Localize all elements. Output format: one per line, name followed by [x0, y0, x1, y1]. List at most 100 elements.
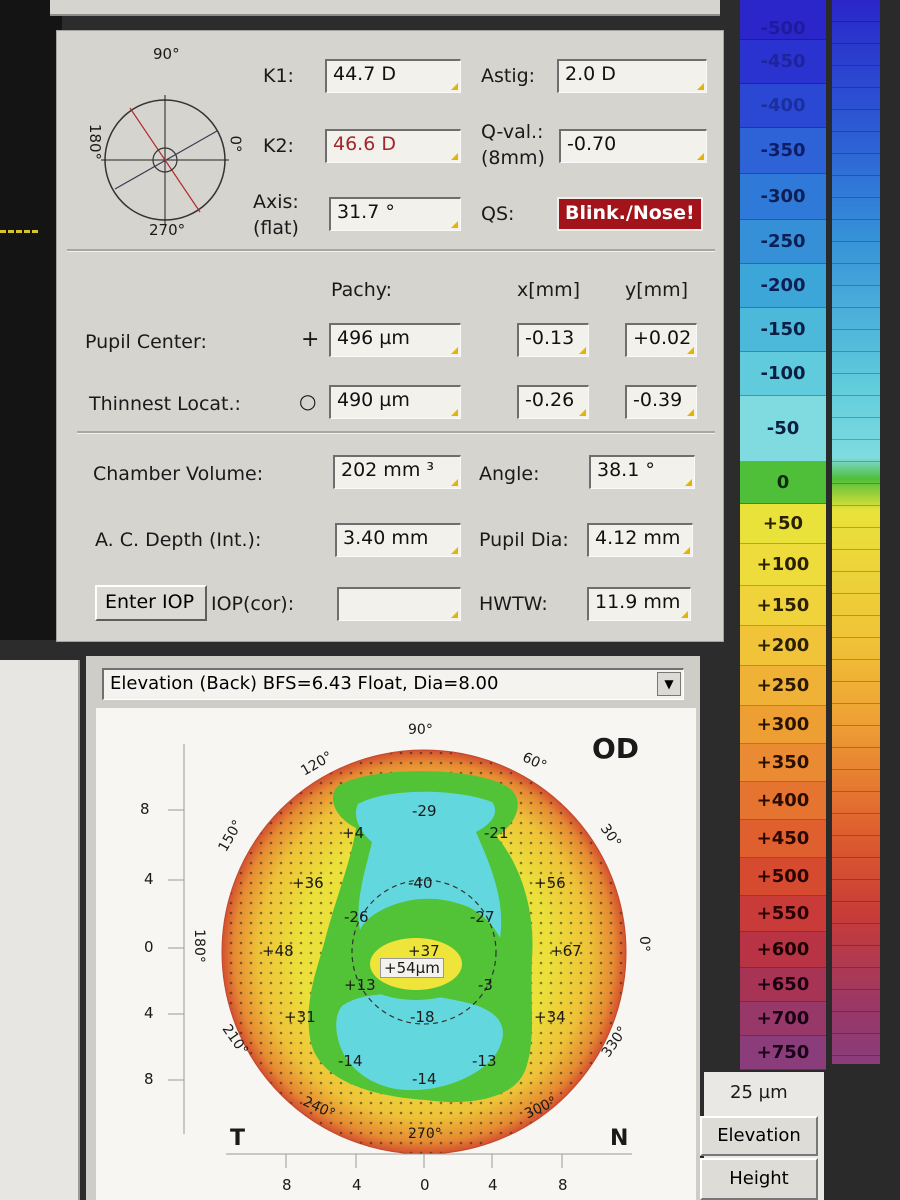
chamber-volume-field[interactable]: 202 mm ³ [333, 455, 461, 489]
k1-field[interactable]: 44.7 D [325, 59, 461, 93]
map-type-dropdown[interactable]: Elevation (Back) BFS=6.43 Float, Dia=8.0… [102, 668, 684, 700]
ac-depth-label: A. C. Depth (Int.): [95, 529, 262, 551]
thinnest-marker-icon: ○ [299, 389, 317, 413]
chamber-volume-label: Chamber Volume: [93, 463, 264, 485]
x-tick: 4 [488, 1176, 498, 1194]
thinnest-location-label: Thinnest Locat.: [89, 393, 241, 415]
pupil-center-label: Pupil Center: [85, 331, 207, 353]
map-value: +4 [342, 824, 365, 842]
scale-item: -150 [740, 308, 826, 352]
separator-2 [77, 431, 715, 434]
y-tick: 0 [144, 938, 154, 956]
axis-flat-label: (flat) [253, 217, 299, 239]
scale-item: +150 [740, 586, 826, 626]
dial-label-90: 90° [153, 45, 180, 63]
hwtw-field[interactable]: 11.9 mm [587, 587, 691, 621]
y-tick: 8 [140, 800, 150, 818]
scale-item: +250 [740, 666, 826, 706]
iop-cor-field[interactable] [337, 587, 461, 621]
map-value: +31 [284, 1008, 316, 1026]
scale-item: -400 [740, 84, 826, 128]
thinnest-y-field[interactable]: -0.39 [625, 385, 697, 419]
scale-item: +50 [740, 504, 826, 544]
map-value: -18 [410, 1008, 435, 1026]
top-strip [50, 0, 720, 16]
scale-item: -100 [740, 352, 826, 396]
thinnest-pachy-field[interactable]: 490 µm [329, 385, 461, 419]
pupil-y-field[interactable]: +0.02 [625, 323, 697, 357]
map-value: +56 [534, 874, 566, 892]
elevation-map-panel: Elevation (Back) BFS=6.43 Float, Dia=8.0… [86, 656, 700, 1200]
scale-item: +400 [740, 782, 826, 820]
y-tick: 4 [144, 1004, 154, 1022]
dial-label-180: 180° [86, 123, 105, 161]
eye-label: OD [592, 732, 640, 765]
enter-iop-button[interactable]: Enter IOP [95, 585, 207, 621]
qval-8mm-label: (8mm) [481, 147, 545, 169]
scale-item: +350 [740, 744, 826, 782]
angle-label: Angle: [479, 463, 540, 485]
scale-item: +650 [740, 968, 826, 1002]
ac-depth-field[interactable]: 3.40 mm [335, 523, 461, 557]
k2-field[interactable]: 46.6 D [325, 129, 461, 163]
pupil-x-field[interactable]: -0.13 [517, 323, 589, 357]
thinnest-x-field[interactable]: -0.26 [517, 385, 589, 419]
qs-status-badge[interactable]: Blink./Nose! [557, 197, 703, 231]
pupil-center-marker-icon: + [301, 327, 320, 352]
elevation-map [168, 744, 632, 1168]
map-value: -3 [478, 976, 493, 994]
left-dashed-line [0, 230, 38, 233]
scale-item: -450 [740, 40, 826, 84]
scale-item: +600 [740, 932, 826, 968]
map-value: -21 [484, 824, 509, 842]
angle-270: 270° [408, 1126, 442, 1142]
map-value: +34 [534, 1008, 566, 1026]
center-value-label: +54µm [380, 958, 444, 978]
scale-item: +200 [740, 626, 826, 666]
x-tick: 4 [352, 1176, 362, 1194]
x-tick: 8 [282, 1176, 292, 1194]
scale-stripe-grid [832, 0, 880, 1064]
keratometry-panel: 90° 180° 0° 270° K1: 44.7 D K2: 46.6 D A… [56, 30, 724, 642]
scale-item: -250 [740, 220, 826, 264]
elevation-button[interactable]: Elevation [700, 1116, 818, 1156]
map-value: -14 [412, 1070, 437, 1088]
scale-item: -350 [740, 128, 826, 174]
dial-label-270: 270° [149, 221, 186, 239]
map-value: +36 [292, 874, 324, 892]
x-mm-header: x[mm] [517, 279, 581, 301]
y-tick: 4 [144, 870, 154, 888]
map-value: +13 [344, 976, 376, 994]
scale-item: +700 [740, 1002, 826, 1036]
scale-item: +100 [740, 544, 826, 586]
axis-field[interactable]: 31.7 ° [329, 197, 461, 231]
left-lower-panel [0, 660, 80, 1200]
scale-item: +550 [740, 896, 826, 932]
k1-label: K1: [263, 65, 294, 87]
map-value: -13 [472, 1052, 497, 1070]
hwtw-label: HWTW: [479, 593, 548, 615]
pupil-dia-label: Pupil Dia: [479, 529, 569, 551]
qval-field[interactable]: -0.70 [559, 129, 707, 163]
astig-label: Astig: [481, 65, 536, 87]
astig-field[interactable]: 2.0 D [557, 59, 707, 93]
k2-label: K2: [263, 135, 294, 157]
iop-cor-label: IOP(cor): [211, 593, 295, 615]
pupil-pachy-field[interactable]: 496 µm [329, 323, 461, 357]
map-type-value: Elevation (Back) BFS=6.43 Float, Dia=8.0… [110, 673, 499, 694]
qs-label: QS: [481, 203, 515, 225]
chevron-down-icon[interactable]: ▼ [657, 672, 681, 696]
map-value: -14 [338, 1052, 363, 1070]
pachy-header: Pachy: [331, 279, 392, 301]
pupil-dia-field[interactable]: 4.12 mm [587, 523, 693, 557]
scale-column: -500 -450 -400 -350 -300 -250 -200 -150 … [740, 0, 830, 1072]
scale-item: -300 [740, 174, 826, 220]
scale-item: +750 [740, 1036, 826, 1070]
angle-field[interactable]: 38.1 ° [589, 455, 695, 489]
angle-180: 180° [190, 929, 207, 963]
y-tick: 8 [144, 1070, 154, 1088]
x-tick: 8 [558, 1176, 568, 1194]
height-button[interactable]: Height [700, 1158, 818, 1200]
axis-label: Axis: [253, 191, 299, 213]
dial-label-0: 0° [226, 135, 245, 153]
